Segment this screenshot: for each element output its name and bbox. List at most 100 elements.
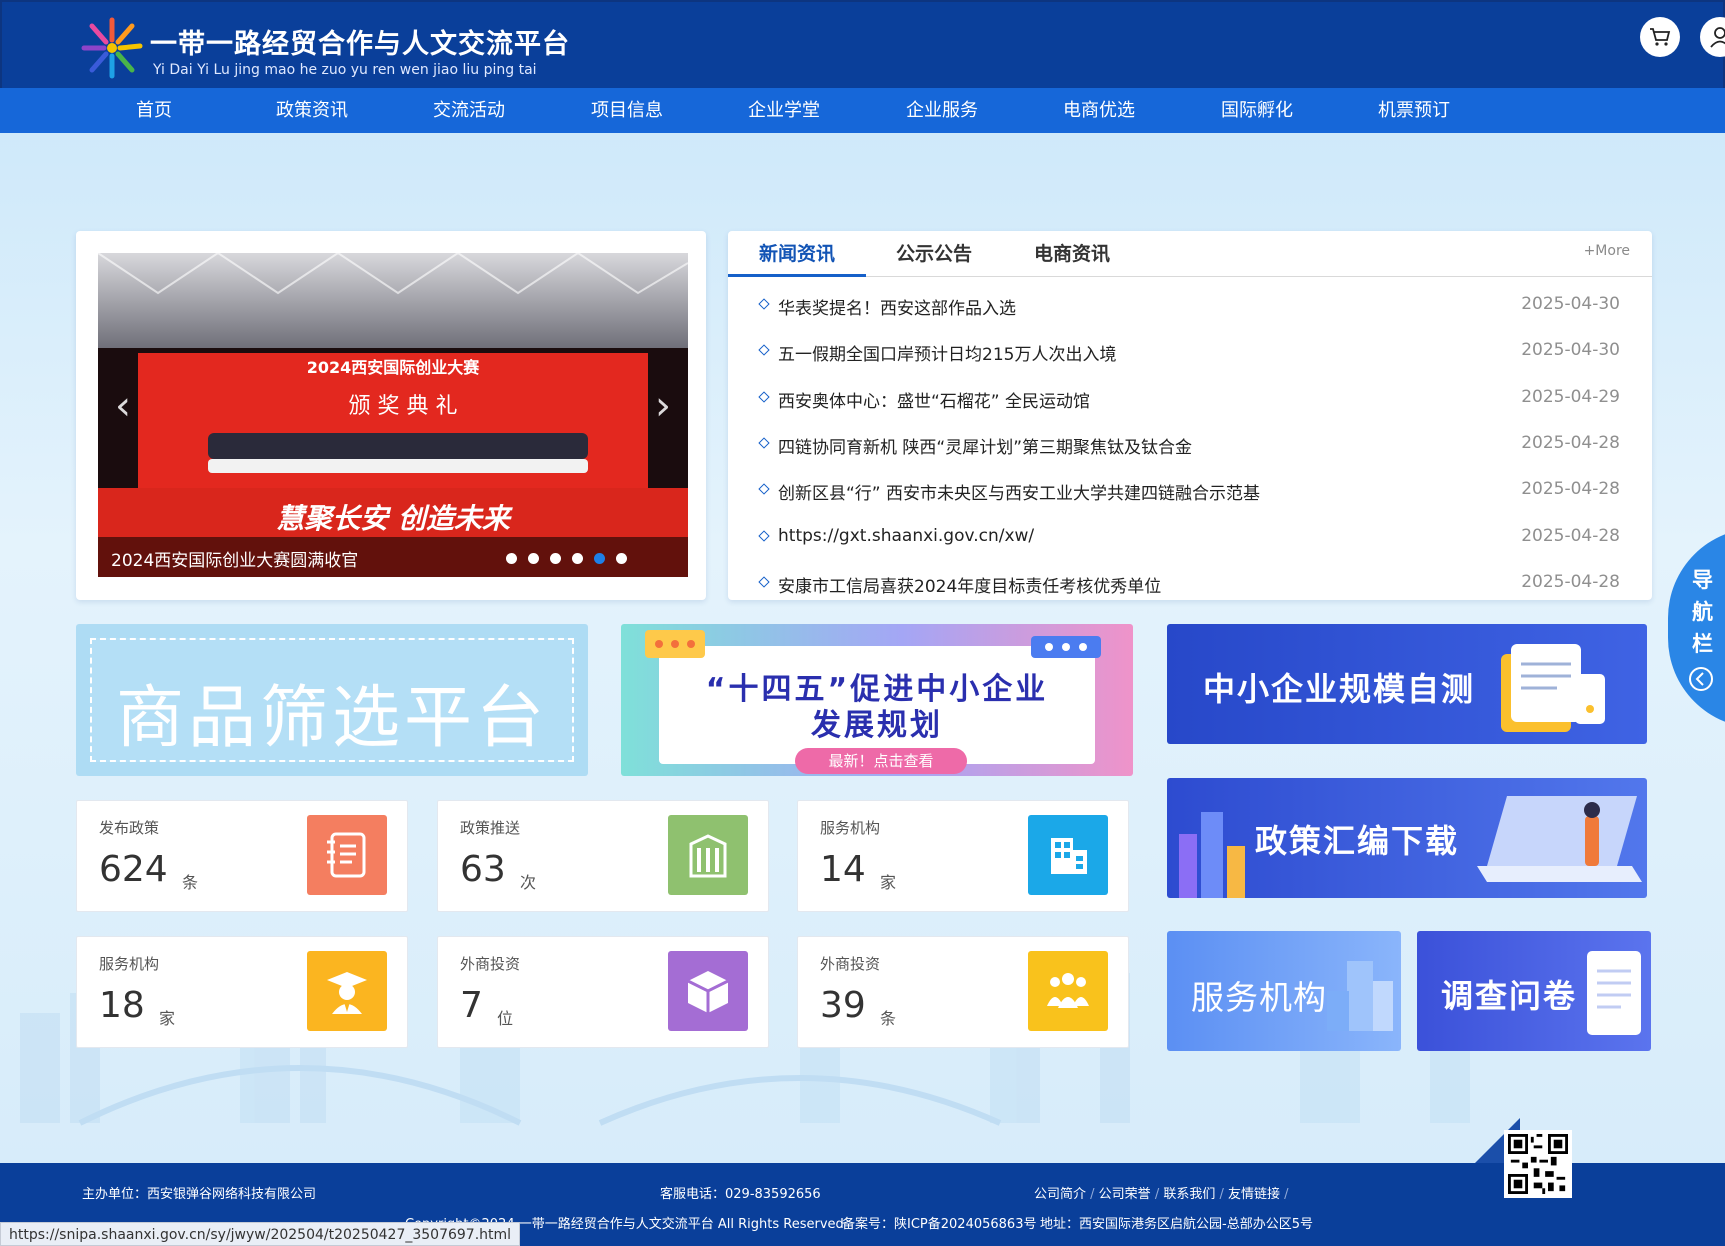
tab-announcements[interactable]: 公示公告 (896, 231, 972, 277)
news-title[interactable]: 西安奥体中心：盛世“石榴花” 全民运动馆 (778, 387, 1090, 412)
nav-tickets[interactable]: 机票预订 (1339, 88, 1489, 133)
carousel-dot[interactable] (594, 553, 605, 564)
svg-text:颁 奖 典 礼: 颁 奖 典 礼 (349, 394, 458, 419)
product-screening-banner[interactable]: 商品筛选平台 (76, 624, 588, 776)
policy-download-label: 政策汇编下载 (1255, 822, 1460, 860)
footer-link-contact[interactable]: 联系我们 (1163, 1187, 1215, 1202)
document-illustration-icon (1501, 644, 1605, 732)
stat-label: 外商投资 (460, 955, 521, 973)
nav-academy[interactable]: 企业学堂 (709, 88, 859, 133)
carousel-dot[interactable] (616, 553, 627, 564)
logo-icon[interactable] (78, 14, 146, 82)
news-date: 2025-04-28 (1521, 432, 1620, 453)
nav-policy[interactable]: 政策资讯 (237, 88, 387, 133)
news-date: 2025-04-28 (1521, 571, 1620, 592)
news-title[interactable]: 安康市工信局喜获2024年度目标责任考核优秀单位 (778, 572, 1161, 597)
stat-card[interactable]: 外商投资 7 位 (437, 936, 769, 1048)
news-item[interactable]: 安康市工信局喜获2024年度目标责任考核优秀单位 2025-04-28 (758, 570, 1620, 600)
status-bar-url: https://snipa.shaanxi.gov.cn/sy/jwyw/202… (0, 1222, 521, 1246)
box-icon (668, 951, 748, 1031)
diamond-bullet-icon (758, 483, 770, 495)
carousel-caption[interactable]: 2024西安国际创业大赛圆满收官 (111, 546, 358, 571)
stat-card[interactable]: 服务机构 14 家 (797, 800, 1129, 912)
stat-unit: 条 (182, 873, 199, 892)
stat-label: 外商投资 (820, 955, 881, 973)
diamond-bullet-icon (758, 529, 770, 542)
main-nav: 首页 政策资讯 交流活动 项目信息 企业学堂 企业服务 电商优选 国际孵化 机票… (0, 88, 1725, 133)
survey-label: 调查问卷 (1441, 977, 1578, 1015)
more-link[interactable]: +More (1584, 243, 1630, 259)
nav-incubation[interactable]: 国际孵化 (1182, 88, 1332, 133)
stat-card[interactable]: 发布政策 624 条 (76, 800, 408, 912)
footer-links: 公司简介 / 公司荣誉 / 联系我们 / 友情链接 / (1034, 1187, 1289, 1202)
news-date: 2025-04-28 (1521, 479, 1620, 500)
graduate-icon (307, 951, 387, 1031)
nav-ecommerce[interactable]: 电商优选 (1024, 88, 1174, 133)
diamond-bullet-icon (758, 576, 770, 588)
stat-unit: 条 (880, 1009, 897, 1028)
news-item[interactable]: 华表奖提名！西安这部作品入选 2025-04-30 (758, 292, 1620, 322)
policy-download-banner[interactable]: 政策汇编下载 (1167, 778, 1647, 898)
diamond-bullet-icon (758, 298, 770, 310)
carousel-dot[interactable] (550, 553, 561, 564)
news-item[interactable]: 五一假期全国口岸预计日均215万人次出入境 2025-04-30 (758, 338, 1620, 368)
survey-banner[interactable]: 调查问卷 (1417, 931, 1651, 1051)
tab-news[interactable]: 新闻资讯 (728, 231, 866, 277)
nav-events[interactable]: 交流活动 (394, 88, 544, 133)
carousel-slide[interactable]: 2024西安国际创业大赛 颁 奖 典 礼 慧聚长安 创造未来 ‹ › 2024西… (98, 253, 688, 577)
footer-address: 地址：西安国际港务区启航公园-总部办公区5号 (1040, 1217, 1313, 1232)
carousel-next-button[interactable]: › (648, 381, 678, 431)
news-date: 2025-04-29 (1521, 386, 1620, 407)
news-title[interactable]: 华表奖提名！西安这部作品入选 (778, 294, 1016, 319)
news-item[interactable]: 创新区县“行” 西安市未央区与西安工业大学共建四链融合示范基 2025-04-28 (758, 477, 1620, 507)
carousel-dot[interactable] (506, 553, 517, 564)
carousel-dot[interactable] (572, 553, 583, 564)
office-icon (1028, 815, 1108, 895)
sme-scale-test-banner[interactable]: 中小企业规模自测 (1167, 624, 1647, 744)
nav-projects[interactable]: 项目信息 (552, 88, 702, 133)
footer-link-about[interactable]: 公司简介 (1034, 1187, 1086, 1202)
nav-home[interactable]: 首页 (79, 88, 229, 133)
news-item[interactable]: https://gxt.shaanxi.gov.cn/xw/2025-04-28 (758, 524, 1620, 554)
site-title[interactable]: 一带一路经贸合作与人文交流平台 (150, 22, 570, 61)
stat-card[interactable]: 服务机构 18 家 (76, 936, 408, 1048)
tab-ecommerce-news[interactable]: 电商资讯 (1034, 231, 1110, 277)
footer-link-friends[interactable]: 友情链接 (1228, 1187, 1280, 1202)
stat-card[interactable]: 外商投资 39 条 (797, 936, 1129, 1048)
city-illustration-icon (1327, 961, 1393, 1031)
sme-plan-pill[interactable]: 最新！点击查看 (795, 748, 967, 774)
notebook-icon (307, 815, 387, 895)
stat-label: 发布政策 (99, 819, 160, 837)
qr-code (1504, 1130, 1572, 1198)
user-icon (1710, 27, 1725, 48)
service-agency-banner[interactable]: 服务机构 (1167, 931, 1401, 1051)
news-title[interactable]: 五一假期全国口岸预计日均215万人次出入境 (778, 340, 1116, 365)
carousel-panel: 2024西安国际创业大赛 颁 奖 典 礼 慧聚长安 创造未来 ‹ › 2024西… (76, 231, 706, 600)
stat-unit: 位 (497, 1009, 514, 1028)
footer-phone: 客服电话：029-83592656 (660, 1187, 821, 1202)
cart-button[interactable] (1640, 17, 1680, 57)
dots-decoration-icon (645, 630, 705, 658)
footer-link-honors[interactable]: 公司荣誉 (1099, 1187, 1151, 1202)
carousel-dot[interactable] (528, 553, 539, 564)
footer-icp[interactable]: 备案号：陕ICP备2024056863号 (842, 1213, 1036, 1232)
news-item[interactable]: 西安奥体中心：盛世“石榴花” 全民运动馆 2025-04-29 (758, 385, 1620, 415)
service-agency-label: 服务机构 (1191, 978, 1327, 1017)
stat-card[interactable]: 政策推送 63 次 (437, 800, 769, 912)
news-title[interactable]: https://gxt.shaanxi.gov.cn/xw/ (778, 526, 1034, 546)
news-title[interactable]: 创新区县“行” 西安市未央区与西安工业大学共建四链融合示范基 (778, 479, 1260, 504)
news-date: 2025-04-30 (1521, 294, 1620, 314)
survey-doc-icon (1587, 951, 1641, 1035)
qr-code-icon (1508, 1134, 1568, 1194)
news-item[interactable]: 四链协同育新机 陕西“灵犀计划”第三期聚焦钛及钛合金 2025-04-28 (758, 431, 1620, 461)
user-button[interactable] (1700, 17, 1725, 57)
sme-plan-title-line2: 发展规划 (811, 708, 943, 743)
nav-services[interactable]: 企业服务 (867, 88, 1017, 133)
sme-plan-banner[interactable]: “十四五”促进中小企业 发展规划 最新！点击查看 (621, 624, 1133, 776)
news-panel: 新闻资讯 公示公告 电商资讯 +More 华表奖提名！西安这部作品入选 2025-… (728, 231, 1652, 600)
stat-unit: 次 (520, 873, 537, 892)
chevron-left-icon (1689, 667, 1713, 691)
news-title[interactable]: 四链协同育新机 陕西“灵犀计划”第三期聚焦钛及钛合金 (778, 433, 1192, 458)
product-screening-label: 商品筛选平台 (115, 679, 548, 758)
carousel-prev-button[interactable]: ‹ (108, 381, 138, 431)
